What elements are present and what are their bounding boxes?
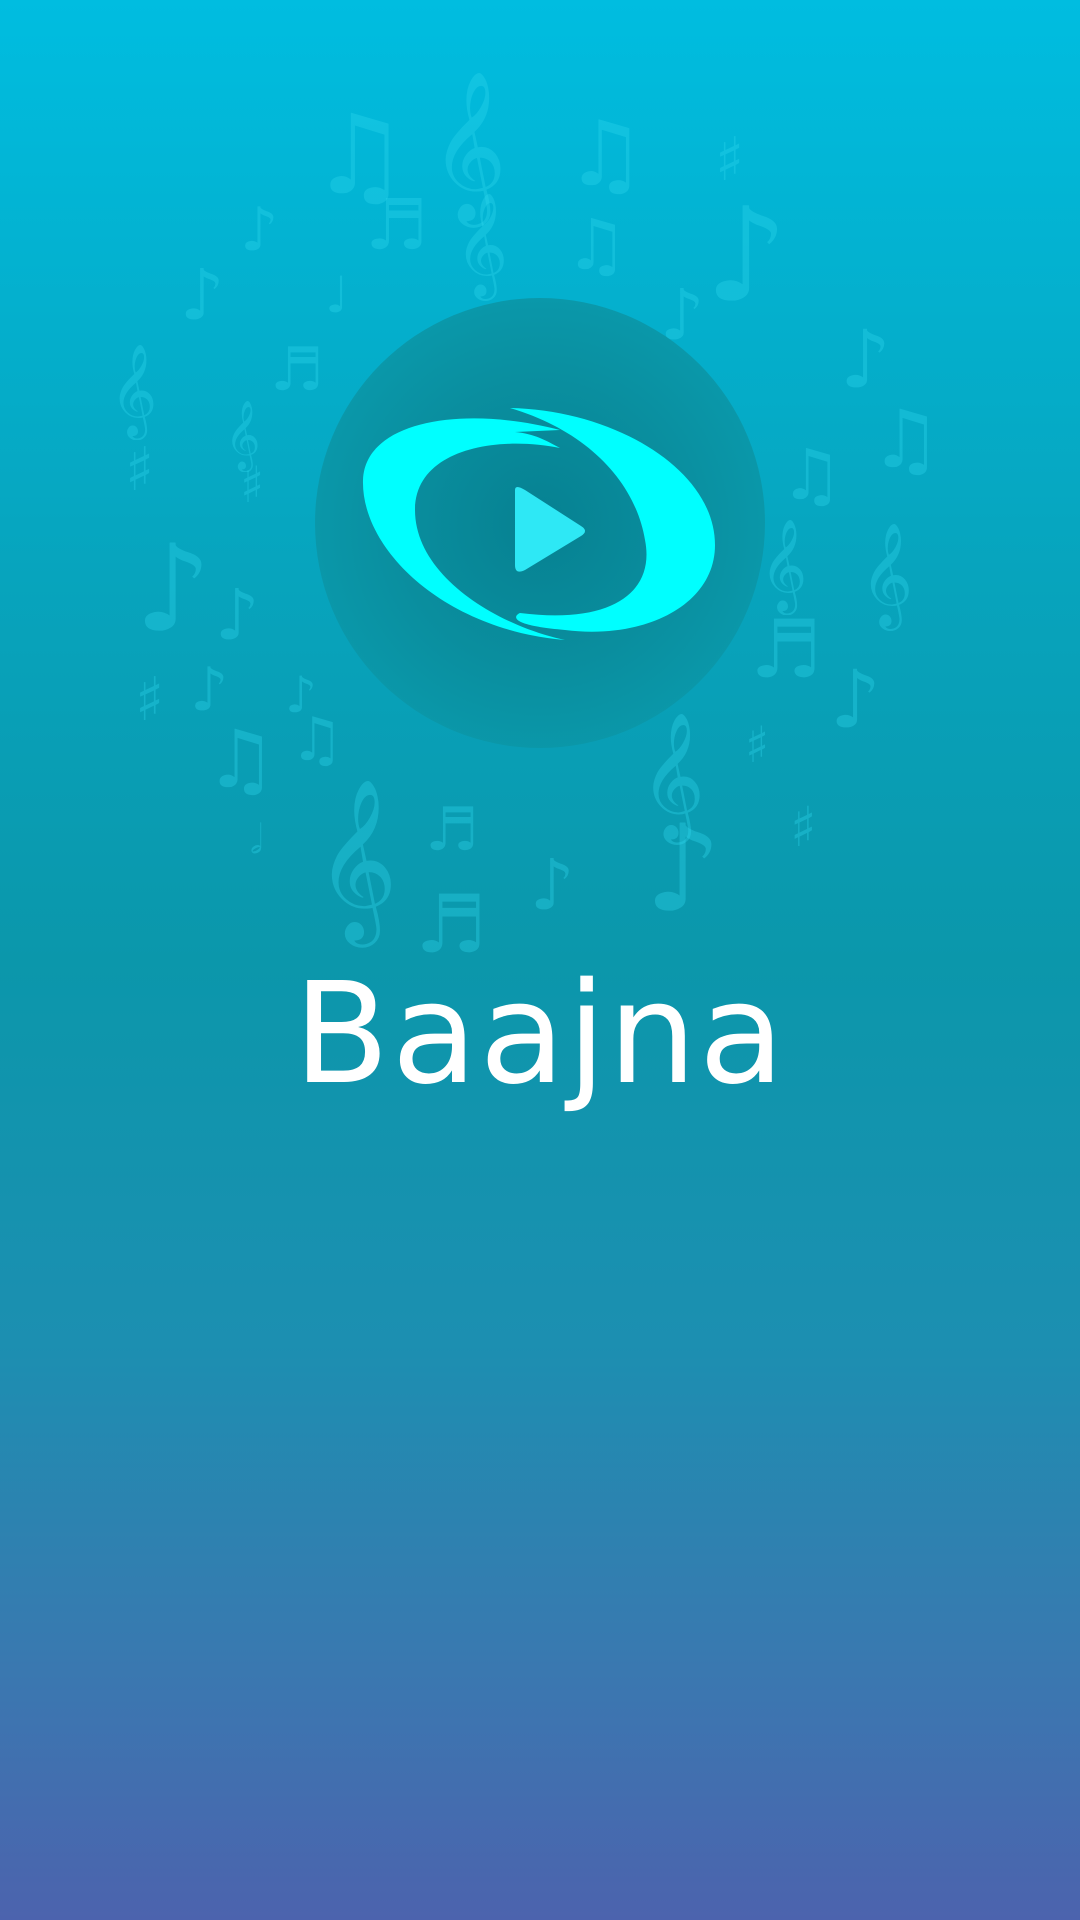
music-note-icon: ♩	[325, 266, 349, 324]
music-note-icon: 𝅗𝅥	[250, 817, 263, 863]
music-note-icon: ♪	[530, 844, 575, 926]
music-note-icon: ♪	[240, 195, 279, 265]
music-note-icon: ♫	[870, 393, 942, 486]
sharp-icon: ♯	[790, 795, 817, 859]
treble-clef-icon: 𝄞	[430, 69, 507, 221]
play-icon	[515, 487, 585, 572]
splash-screen: { "app": { "title": "Baajna" }, "logo": …	[0, 0, 1080, 1920]
music-note-icon: ♫	[205, 713, 277, 806]
music-note-icon: ♪	[705, 179, 788, 331]
treble-clef-icon: 𝄞	[860, 522, 914, 627]
music-note-icon: ♫	[565, 102, 646, 207]
music-note-icon: ♫	[290, 705, 344, 775]
treble-clef-icon: 𝄞	[760, 518, 808, 611]
sharp-icon: ♯	[135, 665, 165, 735]
app-logo	[362, 408, 715, 640]
music-note-icon: ♬	[425, 795, 479, 865]
sharp-icon: ♯	[745, 716, 770, 774]
music-note-icon: ♫	[565, 204, 628, 286]
music-note-icon: ♪	[135, 520, 212, 659]
music-note-icon: ♬	[365, 184, 428, 266]
sharp-icon: ♯	[240, 456, 265, 514]
music-note-icon: ♪	[180, 254, 225, 336]
music-note-icon: ♬	[270, 335, 324, 405]
music-note-icon: ♬	[750, 603, 822, 696]
music-note-icon: ♪	[215, 574, 260, 656]
music-note-icon: ♪	[190, 655, 229, 725]
music-note-icon: ♪	[840, 313, 892, 406]
music-note-icon: ♪	[645, 800, 722, 939]
music-note-icon: ♪	[830, 653, 882, 746]
treble-clef-icon: 𝄞	[455, 192, 509, 297]
treble-clef-icon: 𝄞	[315, 778, 398, 941]
sharp-icon: ♯	[125, 435, 155, 505]
music-note-icon: ♫	[780, 434, 843, 516]
app-title: Baajna	[293, 953, 787, 1116]
treble-clef-icon: 𝄞	[110, 343, 158, 436]
